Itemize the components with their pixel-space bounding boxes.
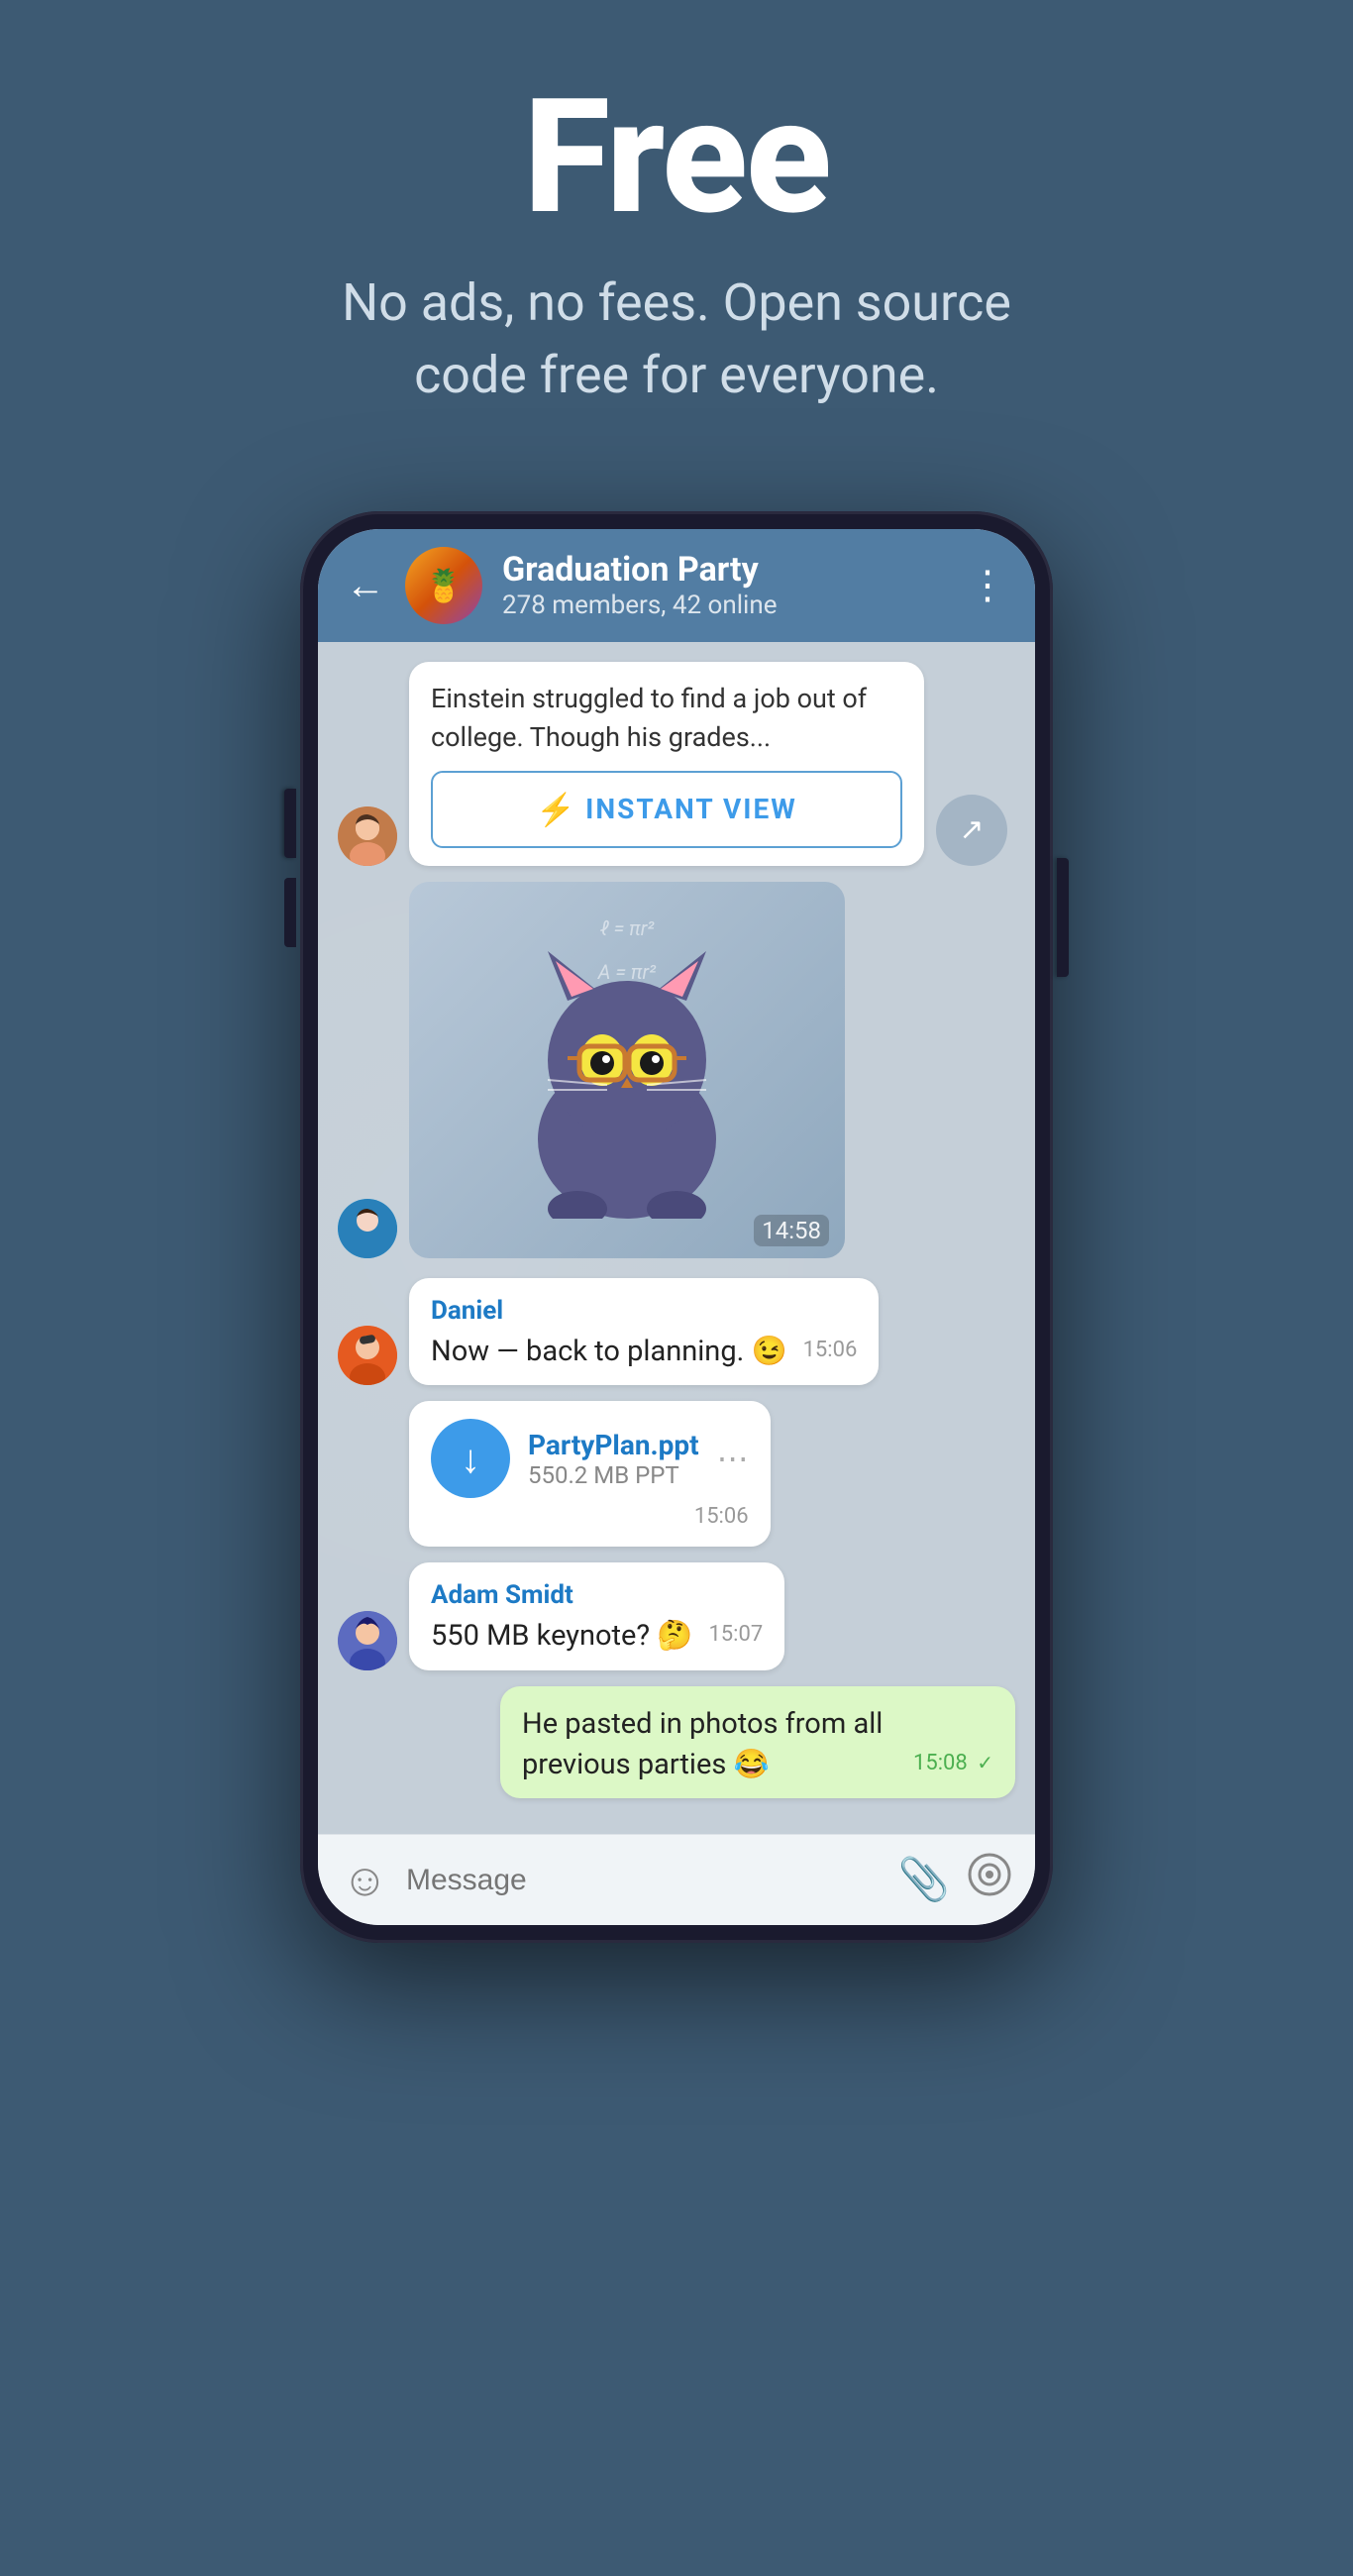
sticker-container: ℓ = πr² A = πr² V = l³ P = 2πr A = πr² s… (409, 882, 845, 1258)
message-row: Daniel Now — back to planning. 😉 15:06 (338, 1278, 1015, 1386)
file-info: PartyPlan.ppt 550.2 MB PPT (528, 1429, 699, 1489)
message-text: 550 MB keynote? 🤔 15:07 (431, 1616, 763, 1657)
text-bubble: Daniel Now — back to planning. 😉 15:06 (409, 1278, 879, 1386)
message-sender: Daniel (431, 1296, 857, 1326)
avatar (338, 1199, 397, 1258)
file-bubble: ↓ PartyPlan.ppt 550.2 MB PPT ⋯ 15:06 (409, 1401, 771, 1547)
group-avatar-inner: 🍍 (405, 547, 482, 624)
phone-outer-shell: ← 🍍 Graduation Party 278 members, 42 onl… (300, 511, 1053, 1944)
chat-body: Einstein struggled to find a job out of … (318, 642, 1035, 1835)
file-size: 550.2 MB PPT (528, 1461, 699, 1489)
hero-section: Free No ads, no fees. Open source code f… (0, 0, 1353, 472)
camera-button[interactable] (968, 1853, 1011, 1907)
share-button[interactable]: ↗ (936, 795, 1007, 866)
sticker-message-row: ℓ = πr² A = πr² V = l³ P = 2πr A = πr² s… (338, 882, 1015, 1258)
file-row: ↓ PartyPlan.ppt 550.2 MB PPT ⋯ (431, 1419, 749, 1498)
chat-input-bar: ☺ 📎 (318, 1834, 1035, 1925)
message-row: Einstein struggled to find a job out of … (338, 662, 1015, 866)
chat-header: ← 🍍 Graduation Party 278 members, 42 onl… (318, 529, 1035, 642)
group-meta: 278 members, 42 online (502, 590, 948, 620)
iv-preview-text: Einstein struggled to find a job out of … (431, 680, 902, 757)
group-name: Graduation Party (502, 550, 948, 590)
attach-button[interactable]: 📎 (898, 1856, 950, 1904)
message-text: Now — back to planning. 😉 15:06 (431, 1332, 857, 1372)
message-time: 15:06 (803, 1336, 858, 1366)
text-bubble: Adam Smidt 550 MB keynote? 🤔 15:07 (409, 1562, 784, 1670)
message-row: Adam Smidt 550 MB keynote? 🤔 15:07 (338, 1562, 1015, 1670)
message-text: He pasted in photos from all previous pa… (522, 1704, 993, 1784)
file-time: 15:06 (431, 1504, 749, 1529)
file-more-icon[interactable]: ⋯ (717, 1440, 749, 1477)
iv-label: INSTANT VIEW (585, 793, 797, 825)
group-avatar: 🍍 (405, 547, 482, 624)
cat-sticker (409, 882, 845, 1258)
own-text-bubble: He pasted in photos from all previous pa… (500, 1686, 1015, 1798)
message-time: 15:07 (708, 1620, 763, 1651)
more-button[interactable]: ⋮ (968, 562, 1007, 608)
message-time: 15:08 ✓ (913, 1749, 993, 1779)
avatar (338, 1326, 397, 1385)
avatar (338, 1611, 397, 1670)
file-name: PartyPlan.ppt (528, 1429, 699, 1461)
back-button[interactable]: ← (346, 566, 385, 605)
chat-info: Graduation Party 278 members, 42 online (502, 550, 948, 620)
message-row-own: He pasted in photos from all previous pa… (338, 1686, 1015, 1798)
message-sender: Adam Smidt (431, 1580, 763, 1610)
lightning-icon: ⚡ (536, 791, 575, 828)
message-row: ↓ PartyPlan.ppt 550.2 MB PPT ⋯ 15:06 (338, 1401, 1015, 1547)
instant-view-bubble: Einstein struggled to find a job out of … (409, 662, 924, 866)
phone-screen: ← 🍍 Graduation Party 278 members, 42 onl… (318, 529, 1035, 1926)
hero-title: Free (523, 79, 829, 238)
phone-mockup: ← 🍍 Graduation Party 278 members, 42 onl… (300, 511, 1053, 1944)
avatar (338, 806, 397, 866)
emoji-button[interactable]: ☺ (342, 1853, 388, 1907)
instant-view-button[interactable]: ⚡ INSTANT VIEW (431, 771, 902, 848)
read-receipt-icon: ✓ (977, 1751, 993, 1774)
message-input[interactable] (406, 1864, 881, 1897)
hero-subtitle: No ads, no fees. Open source code free f… (280, 268, 1073, 412)
download-icon[interactable]: ↓ (431, 1419, 510, 1498)
